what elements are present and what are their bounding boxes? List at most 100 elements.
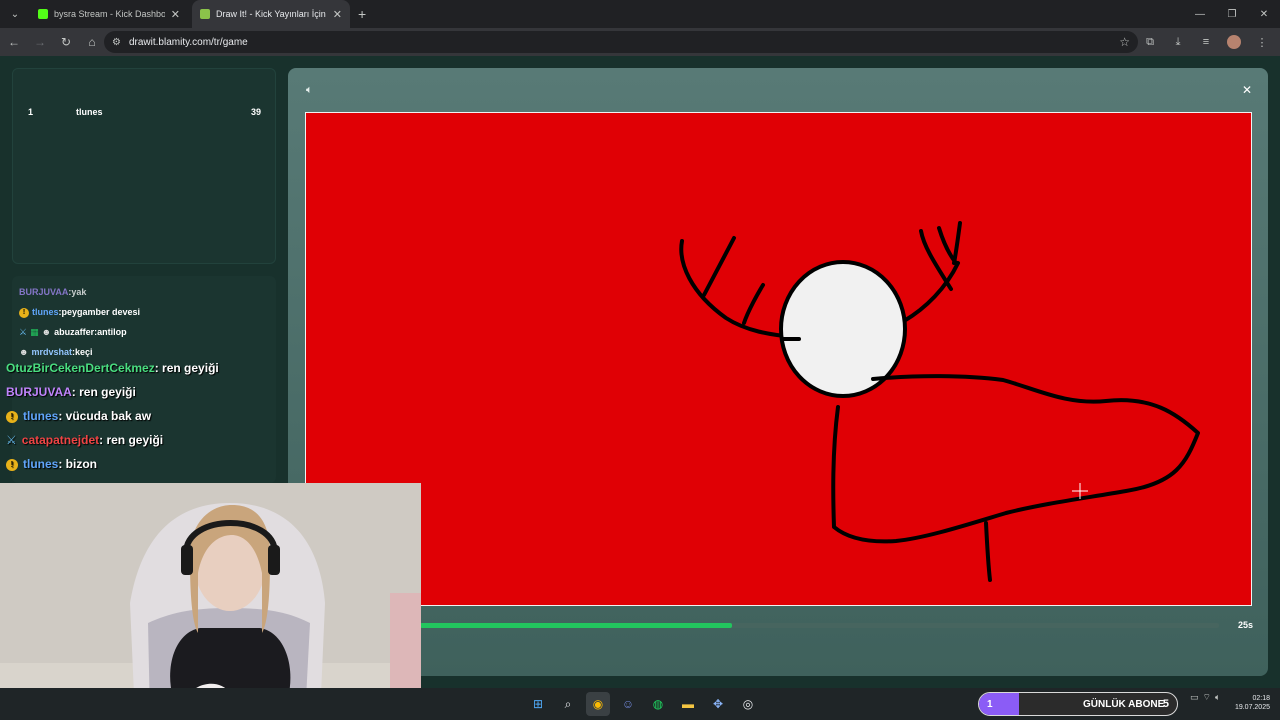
search-icon[interactable]: ⌕: [556, 692, 580, 716]
goal-target: 5: [1162, 698, 1169, 710]
extensions-icon[interactable]: ⧉: [1138, 30, 1162, 54]
drawing-strokes: [679, 221, 1200, 582]
sub-badge-icon: !: [19, 307, 29, 318]
chat-text: : ren geyiği: [99, 433, 164, 447]
leaderboard-username: tlunes: [76, 107, 103, 117]
chat-text: : ren geyiği: [71, 385, 136, 399]
chat-text: : ren geyiği: [154, 361, 219, 375]
reading-list-icon[interactable]: ≡: [1194, 30, 1218, 54]
tab-strip: ⌄ bysra Stream - Kick Dashboard ✕ Draw I…: [0, 0, 1280, 28]
leaderboard-panel: 1 tlunes 39: [12, 68, 276, 264]
chat-text: : bizon: [58, 457, 97, 471]
monitor-icon[interactable]: ▭: [1190, 692, 1199, 703]
chrome-icon[interactable]: ◉: [586, 692, 610, 716]
url-text: drawit.blamity.com/tr/game: [128, 36, 248, 48]
tab-title: bysra Stream - Kick Dashboard: [54, 9, 165, 19]
restore-icon[interactable]: ❐: [1216, 0, 1248, 28]
game-panel: 🔈︎ ✕ 25s: [288, 68, 1268, 676]
spotify-icon[interactable]: ◍: [646, 692, 670, 716]
chat-username: catapatnejdet: [21, 433, 100, 447]
file-explorer-icon[interactable]: ▬: [676, 692, 700, 716]
minimize-icon[interactable]: —: [1184, 0, 1216, 28]
site-info-icon[interactable]: ⚙: [112, 37, 121, 48]
sound-icon[interactable]: 🔈︎: [306, 84, 313, 97]
new-tab-icon[interactable]: +: [358, 6, 366, 22]
chat-text: keçi: [75, 347, 93, 357]
download-icon[interactable]: ⤓: [1166, 30, 1190, 54]
menu-icon[interactable]: ⋮: [1250, 30, 1274, 54]
overlay-chat-message: OtuzBirCekenDertCekmez: ren geyiği: [6, 361, 219, 375]
window-close-icon[interactable]: ✕: [1248, 0, 1280, 28]
timer-bar-fill: [420, 623, 732, 628]
sub-badge-icon: !: [6, 410, 18, 423]
chat-username: BURJUVAA: [19, 287, 69, 297]
overlay-chat-message: ⚔ catapatnejdet: ren geyiği: [6, 433, 163, 447]
chat-panel: BURJUVAA:yak ! tlunes:peygamber devesi ⚔ ▦…: [12, 276, 276, 483]
system-tray: ▭ ⌔ 🔈︎: [1190, 692, 1220, 703]
bot-badge-icon: ☻: [41, 327, 52, 337]
leaderboard-score: 39: [250, 107, 261, 117]
goal-count: 1: [987, 699, 993, 710]
taskbar-apps: ⊞ ⌕ ◉ ☺ ◍ ▬ ✥ ◎: [526, 692, 760, 716]
overlay-chat-message: ! tlunes: vücuda bak aw: [6, 409, 151, 423]
home-icon[interactable]: ⌂: [80, 30, 104, 54]
chat-text: yak: [71, 287, 87, 297]
windows-start-icon[interactable]: ⊞: [526, 692, 550, 716]
window-controls: — ❐ ✕: [1184, 0, 1280, 28]
back-icon[interactable]: ←: [2, 30, 26, 54]
bot-badge-icon: ☻: [19, 347, 29, 357]
timer-label: 25s: [1237, 620, 1253, 630]
discord-icon[interactable]: ☺: [616, 692, 640, 716]
tab-close-icon[interactable]: ✕: [333, 8, 342, 21]
overlay-chat-message: ! tlunes: bizon: [6, 457, 97, 471]
clock-date: 19.07.2025: [1234, 704, 1270, 711]
goal-label: GÜNLÜK ABONE: [1083, 699, 1165, 710]
tab-kick-dashboard[interactable]: bysra Stream - Kick Dashboard ✕: [30, 0, 188, 28]
toolbar-right: ⧉ ⤓ ≡ ⋮: [1138, 28, 1274, 56]
address-bar[interactable]: ⚙ drawit.blamity.com/tr/game ☆: [104, 31, 1138, 53]
chat-message: ⚔ ▦ ☻ abuzaffer:antilop: [19, 327, 127, 337]
tab-search-icon[interactable]: ⌄: [4, 3, 26, 25]
chat-username: abuzaffer: [54, 327, 95, 337]
drawit-favicon-icon: [200, 9, 210, 19]
tab-draw-it[interactable]: Draw It! - Kick Yayınları İçin Çiz ✕: [192, 0, 350, 28]
settings-app-icon[interactable]: ✥: [706, 692, 730, 716]
chat-username: tlunes: [32, 307, 59, 317]
sword-badge-icon: ⚔: [19, 327, 28, 337]
leaderboard-row: 1 tlunes 39: [13, 107, 277, 119]
overlay-chat-message: BURJUVAA: ren geyiği: [6, 385, 136, 399]
grid-badge-icon: ▦: [30, 327, 39, 337]
network-icon[interactable]: ⌔: [1203, 692, 1211, 703]
tab-close-icon[interactable]: ✕: [171, 8, 180, 21]
tab-title: Draw It! - Kick Yayınları İçin Çiz: [216, 9, 327, 19]
obs-icon[interactable]: ◎: [736, 692, 760, 716]
goal-progress-fill: [979, 693, 1019, 715]
taskbar: ⊞ ⌕ ◉ ☺ ◍ ▬ ✥ ◎ 1 GÜNLÜK ABONE 5 ▭ ⌔ 🔈︎ …: [0, 688, 1280, 720]
chat-message: ☻ mrdvshat:keçi: [19, 347, 93, 357]
webcam-image: [0, 483, 421, 720]
chat-text: peygamber devesi: [61, 307, 141, 317]
chat-username: OtuzBirCekenDertCekmez: [6, 361, 155, 375]
chat-username: tlunes: [23, 409, 59, 423]
chat-username: tlunes: [23, 457, 59, 471]
reload-icon[interactable]: ↻: [54, 30, 78, 54]
volume-icon[interactable]: 🔈︎: [1215, 692, 1220, 703]
timer-bar: [420, 623, 1219, 628]
subscriber-goal-widget: 1 GÜNLÜK ABONE 5: [978, 692, 1178, 716]
chat-username: mrdvshat: [31, 347, 72, 357]
chat-message: BURJUVAA:yak: [19, 287, 87, 297]
chat-text: : vücuda bak aw: [58, 409, 152, 423]
sub-badge-icon: !: [6, 458, 18, 471]
forward-icon[interactable]: →: [28, 30, 52, 54]
chat-username: BURJUVAA: [6, 385, 72, 399]
bookmark-star-icon[interactable]: ☆: [1119, 35, 1130, 49]
drawing-canvas[interactable]: [305, 112, 1252, 606]
chat-message: ! tlunes:peygamber devesi: [19, 307, 140, 318]
leaderboard-rank: 1: [28, 107, 34, 117]
clock[interactable]: 02:18 19.07.2025: [1235, 694, 1270, 712]
webcam-overlay: [0, 483, 421, 720]
sword-badge-icon: ⚔: [6, 433, 17, 447]
profile-avatar[interactable]: [1222, 30, 1246, 54]
close-icon[interactable]: ✕: [1242, 83, 1252, 97]
chat-text: antilop: [97, 327, 127, 337]
